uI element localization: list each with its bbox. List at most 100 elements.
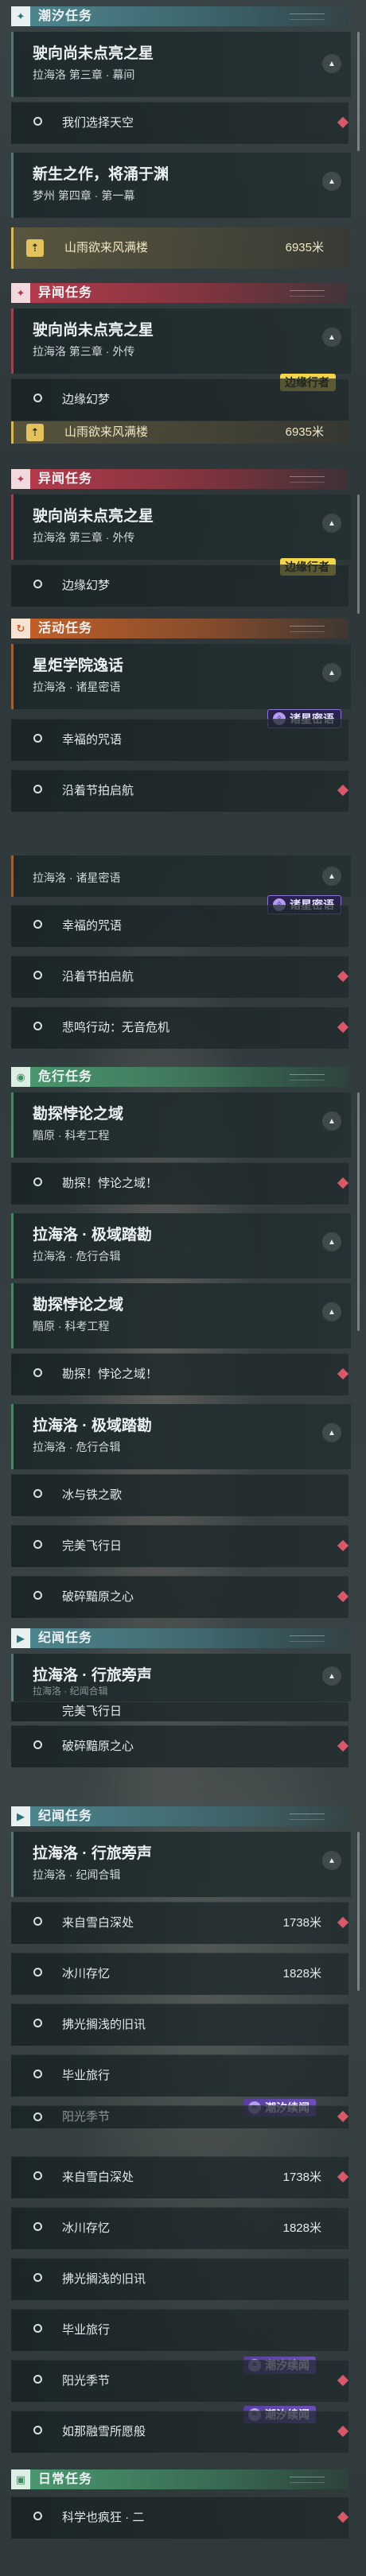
section-header-chronicle[interactable]: ▶ 纪闻任务 (11, 1628, 348, 1648)
eye-icon: ◉ (11, 1067, 30, 1087)
collapse-icon[interactable]: ▲ (322, 867, 341, 886)
quest-card[interactable]: 驶向尚未点亮之星 拉海洛 第三章 · 外传 ▲ (11, 495, 351, 560)
scrollbar[interactable] (357, 32, 360, 151)
quest-subtitle: 拉海洛 第三章 · 外传 (33, 345, 135, 358)
bullet-icon (33, 2324, 42, 2333)
collapse-icon[interactable]: ▲ (322, 54, 341, 73)
sub-quest-row[interactable]: 勘探！悖论之域！ (11, 1353, 349, 1395)
sub-quest-row[interactable]: 毕业旅行 (11, 2054, 348, 2097)
bullet-icon (33, 1540, 42, 1549)
collapse-icon[interactable]: ▲ (322, 514, 341, 533)
section-header-tidal[interactable]: ✦ 潮汐任务 (11, 6, 348, 26)
scrollbar[interactable] (357, 1092, 360, 1331)
sub-quest-row[interactable]: 幸福的咒语 (11, 905, 348, 947)
sub-quest-label: 冰川存忆 (62, 1967, 111, 1980)
sub-quest-row[interactable]: 如那融雪所愿般 (11, 2411, 349, 2453)
sub-quest-row[interactable]: 悲鸣行动：无音危机 (11, 1007, 349, 1049)
quest-subtitle: 拉海洛 第三章 · 幕间 (33, 68, 135, 81)
sub-quest-label: 冰川存忆 (62, 2221, 111, 2235)
collapse-icon[interactable]: ▲ (322, 328, 341, 347)
sub-quest-row[interactable]: 拂光搁浅的旧讯 (11, 2258, 348, 2300)
quest-card[interactable]: 新生之作，将涌于渊 梦州 第四章 · 第一幕 ▲ (11, 153, 351, 218)
scrollbar[interactable] (357, 1832, 360, 1991)
quest-name: 拉海洛 · 行旅旁声 (33, 1845, 152, 1862)
quest-name: 星炬学院逸话 (33, 658, 124, 674)
quest-name: 勘探悖论之域 (33, 1106, 124, 1123)
marker-diamond-icon (337, 1590, 349, 1603)
collapse-icon[interactable]: ▲ (322, 1111, 341, 1131)
sub-quest-row[interactable]: 沿着节拍启航 (11, 770, 349, 812)
sub-quest-row[interactable]: 勘探！悖论之域！ (11, 1162, 349, 1205)
quest-name: 勘探悖论之域 (33, 1297, 124, 1313)
section-title: 日常任务 (38, 2473, 93, 2486)
decor-lines (290, 290, 325, 297)
sub-quest-label: 来自雪白深处 (62, 2171, 134, 2184)
sub-quest-row[interactable]: 破碎黯原之心 (11, 1725, 349, 1767)
sub-quest-label: 边缘幻梦 (62, 579, 111, 592)
sub-quest-row[interactable]: 边缘幻梦 (11, 564, 348, 607)
quest-card[interactable]: 拉海洛 · 极域踏勘 拉海洛 · 危行合辑 ▲ (11, 1404, 351, 1469)
sub-quest-row[interactable]: 来自雪白深处 1738米 (11, 1902, 349, 1944)
marker-diamond-icon (337, 2171, 349, 2183)
sub-quest-row[interactable]: 冰与铁之歌 (11, 1474, 348, 1516)
bullet-icon (33, 971, 42, 980)
section-header-anomaly[interactable]: ✦ 异闻任务 (11, 283, 348, 303)
bullet-icon (33, 1740, 42, 1749)
collapse-icon[interactable]: ▲ (322, 1423, 341, 1442)
tracked-quest-row[interactable]: ⇡ 山雨欲来风满楼 6935米 (11, 227, 351, 269)
quest-card[interactable]: 勘探悖论之域 黯原 · 科考工程 ▲ (11, 1283, 351, 1348)
quest-card[interactable]: 勘探悖论之域 黯原 · 科考工程 ▲ (11, 1092, 351, 1158)
sub-quest-row[interactable]: 破碎黯原之心 (11, 1576, 349, 1618)
collapse-icon[interactable]: ▲ (322, 1666, 341, 1686)
sub-quest-label: 勘探！悖论之域！ (62, 1368, 158, 1381)
sub-quest-row[interactable]: 拂光搁浅的旧讯 (11, 2004, 348, 2046)
quest-card[interactable]: 驶向尚未点亮之星 拉海洛 第三章 · 幕间 ▲ (11, 32, 351, 97)
collapse-icon[interactable]: ▲ (322, 1302, 341, 1321)
quest-card-partial[interactable]: 拉海洛 · 诸星密语 ▲ (11, 855, 351, 897)
quest-name: 拉海洛 · 极域踏勘 (33, 1227, 152, 1243)
section-header-anomaly[interactable]: ✦ 异闻任务 (11, 469, 348, 489)
tracked-quest-row-partial[interactable]: ⇡ 山雨欲来风满楼 6935米 (11, 421, 351, 444)
sub-quest-row[interactable]: 沿着节拍启航 (11, 956, 349, 998)
collapse-icon[interactable]: ▲ (322, 172, 341, 191)
navigation-icon: ⇡ (26, 424, 44, 441)
sub-quest-row[interactable]: 冰川存忆 1828米 (11, 2207, 348, 2249)
collapse-icon[interactable]: ▲ (322, 663, 341, 682)
section-header-daily[interactable]: ▣ 日常任务 (11, 2469, 348, 2489)
sub-quest-row[interactable]: 阳光季节 (11, 2360, 349, 2402)
quest-card[interactable]: 拉海洛 · 行旅旁声 拉海洛 · 纪闻合辑 ▲ (11, 1654, 351, 1701)
sub-quest-label: 山雨欲来风满楼 (64, 425, 149, 439)
collapse-icon[interactable]: ▲ (322, 1232, 341, 1251)
distance-label: 6935米 (285, 241, 324, 254)
section-header-chronicle[interactable]: ▶ 纪闻任务 (11, 1806, 348, 1826)
decor-lines (290, 626, 325, 632)
sub-quest-row[interactable]: 来自雪白深处 1738米 (11, 2156, 349, 2198)
sub-quest-label: 阳光季节 (62, 2110, 111, 2124)
distance-label: 1828米 (282, 2221, 321, 2235)
sub-quest-row-partial[interactable]: 完美飞行日 (11, 1701, 348, 1721)
quest-subtitle: 黯原 · 科考工程 (33, 1320, 110, 1333)
sub-quest-row[interactable]: 科学也疯狂 · 二 (11, 2496, 349, 2539)
quest-name: 驶向尚未点亮之星 (33, 322, 154, 339)
sub-quest-row[interactable]: 毕业旅行 (11, 2309, 348, 2351)
marker-diamond-icon (337, 2511, 349, 2524)
section-title: 纪闻任务 (38, 1631, 93, 1645)
quest-card[interactable]: 拉海洛 · 极域踏勘 拉海洛 · 危行合辑 ▲ (11, 1213, 351, 1278)
section-header-event[interactable]: ↻ 活动任务 (11, 619, 348, 638)
quest-card[interactable]: 驶向尚未点亮之星 拉海洛 第三章 · 外传 ▲ (11, 308, 351, 374)
section-header-danger[interactable]: ◉ 危行任务 (11, 1067, 348, 1087)
quest-card[interactable]: 星炬学院逸话 拉海洛 · 诸星密语 ▲ (11, 644, 351, 709)
sub-quest-row[interactable]: 我们选择天空 (11, 102, 349, 144)
play-icon: ▶ (11, 1806, 30, 1826)
sub-quest-row[interactable]: 幸福的咒语 (11, 719, 348, 761)
quest-name: 拉海洛 · 极域踏勘 (33, 1418, 152, 1434)
sub-quest-row[interactable]: 边缘幻梦 (11, 378, 348, 421)
collapse-icon[interactable]: ▲ (322, 1851, 341, 1870)
sub-quest-row-partial[interactable]: 阳光季节 (11, 2105, 349, 2128)
sub-quest-row[interactable]: 完美飞行日 (11, 1525, 349, 1567)
marker-diamond-icon (337, 1740, 349, 1752)
sub-quest-row[interactable]: 冰川存忆 1828米 (11, 1953, 348, 1995)
scrollbar[interactable] (357, 495, 360, 614)
marker-diamond-icon (337, 2374, 349, 2387)
quest-card[interactable]: 拉海洛 · 行旅旁声 拉海洛 · 纪闻合辑 ▲ (11, 1832, 351, 1897)
